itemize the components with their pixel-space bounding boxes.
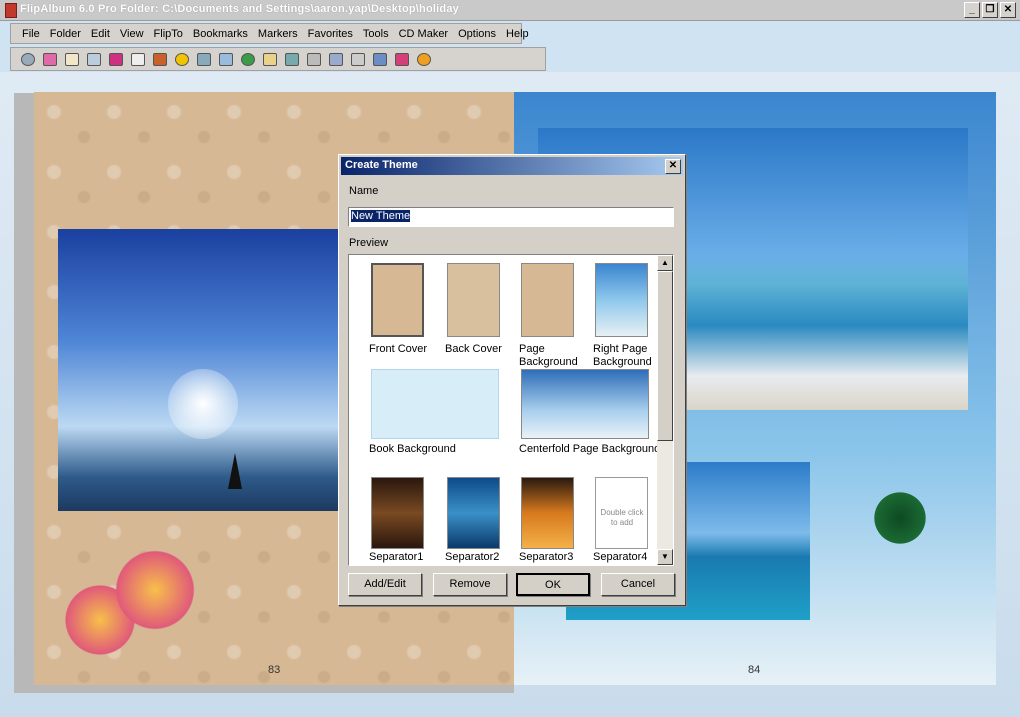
- ok-button[interactable]: OK: [516, 573, 590, 596]
- sun-glow: [168, 369, 238, 439]
- sailboat-photo[interactable]: [58, 229, 338, 511]
- fit-icon[interactable]: [305, 52, 322, 67]
- separator2-image: [447, 477, 500, 549]
- dialog-close-icon[interactable]: ✕: [665, 159, 681, 174]
- search-icon[interactable]: [195, 52, 212, 67]
- centerfold-background-image: [521, 369, 649, 439]
- theme-name-value: New Theme: [351, 210, 411, 222]
- dialog-title-bar[interactable]: Create Theme ✕: [341, 157, 683, 175]
- back-cover-image: [447, 263, 500, 337]
- notes-icon[interactable]: [261, 52, 278, 67]
- menu-edit[interactable]: Edit: [86, 28, 115, 40]
- double-click-hint: Double click to add: [600, 508, 644, 527]
- name-label: Name: [349, 185, 379, 197]
- cd-icon[interactable]: [415, 52, 432, 67]
- thumb-label: Centerfold Page Background: [519, 443, 661, 455]
- thumb-label: Right Page Background: [593, 343, 652, 368]
- app-icon: [5, 3, 17, 18]
- film-icon[interactable]: [327, 52, 344, 67]
- flower-decoration: [110, 545, 200, 635]
- bookmark-icon[interactable]: [173, 52, 190, 67]
- palm-tree: [870, 488, 930, 548]
- cancel-button[interactable]: Cancel: [601, 573, 675, 596]
- separator1-image: [371, 477, 424, 549]
- flip-icon[interactable]: [107, 52, 124, 67]
- share-icon[interactable]: [371, 52, 388, 67]
- thumb-label: Book Background: [369, 443, 456, 455]
- link-icon[interactable]: [239, 52, 256, 67]
- preview-list[interactable]: Front Cover Back Cover Page Background R…: [348, 254, 674, 566]
- menu-folder[interactable]: Folder: [45, 28, 86, 40]
- menu-help[interactable]: Help: [501, 28, 534, 40]
- marker-icon[interactable]: [393, 52, 410, 67]
- menu-options[interactable]: Options: [453, 28, 501, 40]
- menu-cd-maker[interactable]: CD Maker: [394, 28, 454, 40]
- contents-icon[interactable]: [85, 52, 102, 67]
- separator3-image: [521, 477, 574, 549]
- close-window-button[interactable]: ✕: [1000, 2, 1016, 18]
- remove-button[interactable]: Remove: [433, 573, 507, 596]
- scroll-down-icon[interactable]: ▼: [657, 549, 673, 565]
- book-icon[interactable]: [63, 52, 80, 67]
- thumb-label: Separator1: [369, 551, 424, 563]
- left-page-number: 83: [268, 664, 281, 676]
- separator4-image: Double click to add: [595, 477, 648, 549]
- scroll-thumb[interactable]: [657, 271, 673, 441]
- add-edit-button[interactable]: Add/Edit: [348, 573, 422, 596]
- frame-icon[interactable]: [349, 52, 366, 67]
- scroll-up-icon[interactable]: ▲: [657, 255, 673, 271]
- thumb-label: Front Cover: [369, 343, 428, 355]
- page-background-image: [521, 263, 574, 337]
- menu-flipto[interactable]: FlipTo: [149, 28, 188, 40]
- right-page-number: 84: [748, 664, 761, 676]
- print-icon[interactable]: [151, 52, 168, 67]
- menu-bar: File Folder Edit View FlipTo Bookmarks M…: [10, 23, 529, 44]
- menu-view[interactable]: View: [115, 28, 149, 40]
- thumb-label: Separator4: [593, 551, 648, 563]
- preview-label: Preview: [349, 237, 389, 249]
- title-bar: FlipAlbum 6.0 Pro Folder: C:\Documents a…: [0, 0, 1020, 21]
- window-title: FlipAlbum 6.0 Pro Folder: C:\Documents a…: [20, 3, 459, 15]
- preview-scrollbar[interactable]: ▲ ▼: [657, 255, 673, 565]
- thumb-label: Separator3: [519, 551, 574, 563]
- menu-favorites[interactable]: Favorites: [303, 28, 358, 40]
- theme-name-input[interactable]: New Theme: [348, 207, 674, 227]
- menu-markers[interactable]: Markers: [253, 28, 303, 40]
- open-icon[interactable]: [19, 52, 36, 67]
- book-background-image: [371, 369, 499, 439]
- close-book-icon[interactable]: [41, 52, 58, 67]
- toolbar: [10, 47, 546, 71]
- front-cover-image: [371, 263, 424, 337]
- menu-tools[interactable]: Tools: [358, 28, 394, 40]
- thumb-label: Back Cover: [445, 343, 502, 355]
- columns-icon[interactable]: [217, 52, 234, 67]
- thumb-label: Page Background: [519, 343, 578, 368]
- thumb-label: Separator2: [445, 551, 500, 563]
- zoom-icon[interactable]: [283, 52, 300, 67]
- dialog-title: Create Theme: [345, 159, 418, 171]
- right-page-background-image: [595, 263, 648, 337]
- menu-file[interactable]: File: [17, 28, 45, 40]
- minimize-button[interactable]: _: [964, 2, 980, 18]
- index-icon[interactable]: [129, 52, 146, 67]
- menu-bookmarks[interactable]: Bookmarks: [188, 28, 253, 40]
- restore-button[interactable]: ❐: [982, 2, 998, 18]
- sailboat: [228, 453, 242, 489]
